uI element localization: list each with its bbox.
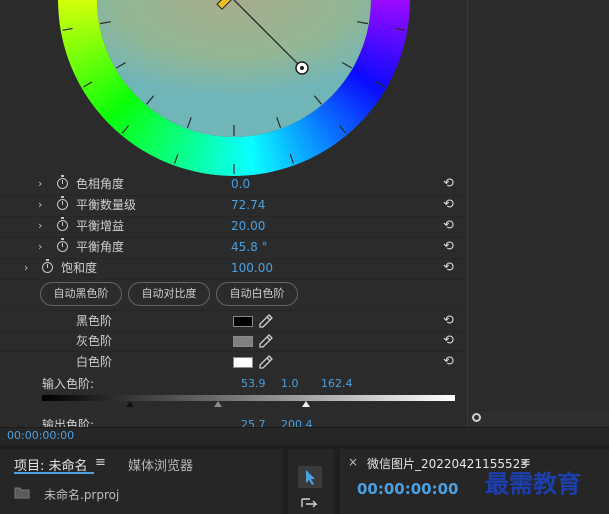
project-panel: 项目: 未命名 ≡ 媒体浏览器 未命名.prproj <box>0 449 283 514</box>
reset-icon[interactable]: ⟲ <box>443 198 459 212</box>
chevron-right-icon[interactable]: › <box>38 174 42 194</box>
reset-icon[interactable]: ⟲ <box>443 261 459 275</box>
hue-balance-color-wheel[interactable] <box>0 0 467 180</box>
track-select-icon[interactable] <box>300 497 320 511</box>
reset-icon[interactable]: ⟲ <box>443 219 459 233</box>
active-tab-underline <box>14 472 94 474</box>
prop-row-balance-gain: › 平衡增益 20.00 ⟲ <box>0 216 467 236</box>
reset-icon[interactable]: ⟲ <box>443 334 459 348</box>
prop-row-white-level: 白色阶 ⟲ <box>0 352 467 372</box>
output-white-value[interactable]: 200.4 <box>281 418 313 427</box>
prop-value[interactable]: 45.8 ° <box>231 237 268 257</box>
stopwatch-icon[interactable] <box>57 196 68 210</box>
chevron-right-icon[interactable]: › <box>38 216 42 236</box>
input-levels-gradient <box>42 395 455 401</box>
project-file-icon <box>14 487 30 499</box>
selection-arrow-icon <box>306 470 315 485</box>
project-file-name[interactable]: 未命名.prproj <box>44 486 119 503</box>
prop-value[interactable]: 0.0 <box>231 174 250 194</box>
close-icon[interactable]: × <box>348 455 358 469</box>
eyedropper-icon[interactable] <box>259 334 273 348</box>
prop-label: 灰色阶 <box>76 334 113 348</box>
program-monitor-panel: × 微信图片_20220421155523 ≡ 00:00:00:00 最需教育 <box>340 449 609 514</box>
effect-controls-timecode-bar: 00:00:00:00 <box>0 427 609 445</box>
prop-label: 白色阶 <box>76 355 113 369</box>
input-black-value[interactable]: 53.9 <box>241 377 266 390</box>
gamma-handle[interactable] <box>214 401 222 407</box>
white-point-handle[interactable] <box>302 401 310 407</box>
chevron-right-icon[interactable]: › <box>38 237 42 257</box>
prop-row-hue-angle: › 色相角度 0.0 ⟲ <box>0 174 467 194</box>
input-gamma-value[interactable]: 1.0 <box>281 377 299 390</box>
current-timecode[interactable]: 00:00:00:00 <box>7 429 74 442</box>
prop-value[interactable]: 72.74 <box>231 195 265 215</box>
prop-row-gray-level: 灰色阶 ⟲ <box>0 331 467 351</box>
panel-menu-icon[interactable]: ≡ <box>95 455 106 470</box>
prop-row-balance-angle: › 平衡角度 45.8 ° ⟲ <box>0 237 467 257</box>
prop-label: 平衡数量级 <box>76 198 137 212</box>
prop-row-black-level: 黑色阶 ⟲ <box>0 311 467 331</box>
auto-black-level-button[interactable]: 自动黑色阶 <box>40 282 122 306</box>
black-point-handle[interactable] <box>126 401 134 407</box>
chevron-right-icon[interactable]: › <box>24 258 28 278</box>
chevron-right-icon[interactable]: › <box>38 195 42 215</box>
selection-tool-button[interactable] <box>298 466 322 488</box>
scrollbar-handle[interactable] <box>472 413 481 422</box>
tab-media-browser[interactable]: 媒体浏览器 <box>128 455 193 474</box>
output-levels-label: 输出色阶: <box>42 418 95 427</box>
program-timecode[interactable]: 00:00:00:00 <box>357 480 459 498</box>
stopwatch-icon[interactable] <box>57 238 68 252</box>
gray-level-swatch[interactable] <box>233 336 253 347</box>
reset-icon[interactable]: ⟲ <box>443 314 459 328</box>
stopwatch-icon[interactable] <box>42 259 53 273</box>
input-white-value[interactable]: 162.4 <box>321 377 353 390</box>
prop-label: 平衡增益 <box>76 219 125 233</box>
auto-contrast-button[interactable]: 自动对比度 <box>128 282 210 306</box>
stopwatch-icon[interactable] <box>57 217 68 231</box>
eyedropper-icon[interactable] <box>259 355 273 369</box>
tools-panel <box>288 449 334 514</box>
eyedropper-icon[interactable] <box>259 314 273 328</box>
black-level-swatch[interactable] <box>233 316 253 327</box>
prop-label: 平衡角度 <box>76 240 125 254</box>
watermark-logo: 最需教育 <box>485 469 581 498</box>
divider <box>0 279 467 280</box>
prop-row-saturation: › 饱和度 100.00 ⟲ <box>0 258 467 278</box>
white-level-swatch[interactable] <box>233 357 253 368</box>
prop-label: 色相角度 <box>76 177 125 191</box>
reset-icon[interactable]: ⟲ <box>443 240 459 254</box>
prop-value[interactable]: 20.00 <box>231 216 265 236</box>
auto-white-level-button[interactable]: 自动白色阶 <box>216 282 298 306</box>
bottom-panels: 项目: 未命名 ≡ 媒体浏览器 未命名.prproj × 微信图片_202204… <box>0 445 609 514</box>
effect-controls-panel: › 色相角度 0.0 ⟲ › 平衡数量级 72.74 ⟲ › 平衡增益 20.0… <box>0 0 467 427</box>
input-levels-label: 输入色阶: <box>42 377 95 391</box>
stopwatch-icon[interactable] <box>57 175 68 189</box>
reset-icon[interactable]: ⟲ <box>443 355 459 369</box>
prop-label: 黑色阶 <box>76 314 113 328</box>
output-black-value[interactable]: 25.7 <box>241 418 266 427</box>
reset-icon[interactable]: ⟲ <box>443 177 459 191</box>
prop-value[interactable]: 100.00 <box>231 258 273 278</box>
timeline-mini-panel <box>467 0 609 427</box>
balance-handle-dot <box>300 66 304 70</box>
horizontal-scrollbar[interactable] <box>470 412 609 426</box>
prop-label: 饱和度 <box>61 261 98 275</box>
prop-row-balance-magnitude: › 平衡数量级 72.74 ⟲ <box>0 195 467 215</box>
